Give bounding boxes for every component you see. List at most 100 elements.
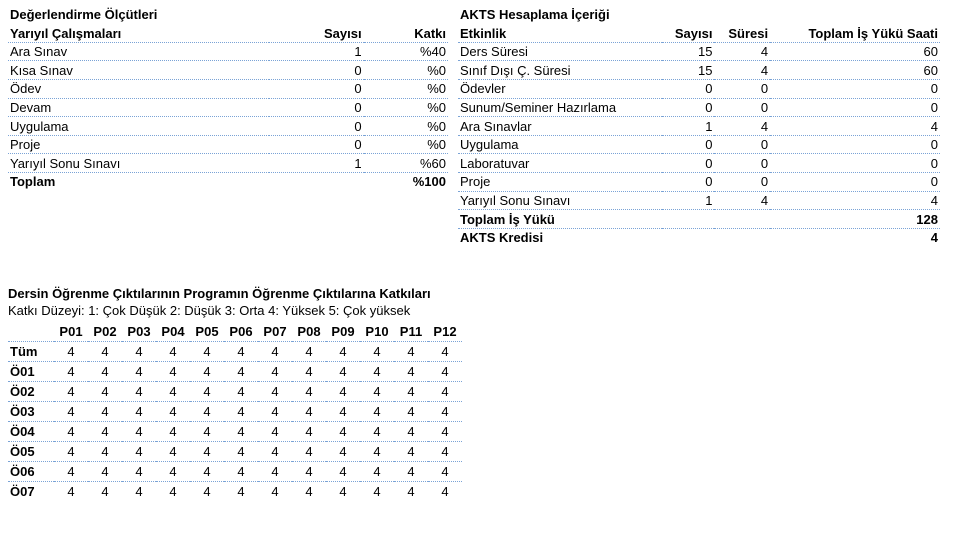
workload-row-duration: 4 [714,61,770,80]
matrix-cell: 4 [224,362,258,382]
matrix-cell: 4 [326,342,360,362]
eval-row-count: 0 [269,117,363,136]
workload-row-total: 4 [770,191,940,210]
matrix-cell: 4 [428,462,462,482]
matrix-cell: 4 [360,422,394,442]
eval-total-label: Toplam [8,173,269,191]
matrix-cell: 4 [360,342,394,362]
matrix-cell: 4 [258,382,292,402]
matrix-cell: 4 [156,442,190,462]
matrix-cell: 4 [54,442,88,462]
matrix-cell: 4 [224,402,258,422]
akts-label: AKTS Kredisi [458,228,770,246]
matrix-cell: 4 [428,362,462,382]
workload-row-label: Ara Sınavlar [458,117,662,136]
workload-row-total: 0 [770,98,940,117]
matrix-col-P06: P06 [224,322,258,342]
workload-row-total: 0 [770,173,940,192]
contribution-matrix-section: Dersin Öğrenme Çıktılarının Programın Öğ… [8,286,952,501]
matrix-row-Ö03: Ö03 [8,402,54,422]
workload-row-count: 1 [662,191,715,210]
matrix-cell: 4 [224,382,258,402]
matrix-cell: 4 [292,382,326,402]
eval-row-weight: %0 [364,135,448,154]
workload-row-count: 0 [662,154,715,173]
matrix-cell: 4 [190,442,224,462]
eval-row-weight: %0 [364,61,448,80]
eval-row-count: 1 [269,42,363,61]
workload-row-count: 15 [662,61,715,80]
matrix-cell: 4 [88,442,122,462]
matrix-col-P01: P01 [54,322,88,342]
matrix-col-P04: P04 [156,322,190,342]
eval-row-label: Ödev [8,80,269,99]
matrix-cell: 4 [88,362,122,382]
matrix-col-P07: P07 [258,322,292,342]
matrix-cell: 4 [360,482,394,502]
workload-row-label: Yarıyıl Sonu Sınavı [458,191,662,210]
matrix-col-P03: P03 [122,322,156,342]
matrix-cell: 4 [394,442,428,462]
matrix-cell: 4 [428,402,462,422]
matrix-col-P10: P10 [360,322,394,342]
matrix-cell: 4 [88,482,122,502]
eval-row-count: 1 [269,154,363,173]
eval-row-weight: %0 [364,80,448,99]
workload-row-label: Laboratuvar [458,154,662,173]
matrix-cell: 4 [360,382,394,402]
matrix-row-Ö02: Ö02 [8,382,54,402]
matrix-cell: 4 [224,482,258,502]
workload-row-duration: 0 [714,154,770,173]
matrix-row-Tüm: Tüm [8,342,54,362]
eval-row-count: 0 [269,61,363,80]
matrix-cell: 4 [122,402,156,422]
workload-row-total: 0 [770,154,940,173]
matrix-cell: 4 [326,482,360,502]
matrix-cell: 4 [258,482,292,502]
matrix-cell: 4 [394,342,428,362]
col-duration: Süresi [714,24,770,42]
contribution-legend: Katkı Düzeyi: 1: Çok Düşük 2: Düşük 3: O… [8,303,952,318]
eval-row-weight: %0 [364,98,448,117]
matrix-cell: 4 [156,382,190,402]
matrix-cell: 4 [224,422,258,442]
col-activity: Etkinlik [458,24,662,42]
matrix-cell: 4 [258,402,292,422]
matrix-cell: 4 [258,462,292,482]
evaluation-criteria-table: Değerlendirme ÖlçütleriYarıyıl Çalışmala… [8,6,448,191]
col-count: Sayısı [662,24,715,42]
matrix-cell: 4 [360,402,394,422]
matrix-cell: 4 [190,402,224,422]
matrix-cell: 4 [54,422,88,442]
matrix-cell: 4 [54,402,88,422]
matrix-cell: 4 [190,422,224,442]
col-weight: Katkı [364,24,448,42]
matrix-cell: 4 [360,462,394,482]
matrix-cell: 4 [394,362,428,382]
eval-total-value: %100 [364,173,448,191]
matrix-cell: 4 [190,482,224,502]
matrix-cell: 4 [326,362,360,382]
matrix-cell: 4 [190,362,224,382]
matrix-cell: 4 [360,442,394,462]
matrix-cell: 4 [122,482,156,502]
matrix-cell: 4 [326,462,360,482]
matrix-cell: 4 [156,342,190,362]
workload-row-count: 0 [662,173,715,192]
matrix-cell: 4 [190,342,224,362]
workload-row-label: Uygulama [458,135,662,154]
eval-row-label: Yarıyıl Sonu Sınavı [8,154,269,173]
matrix-cell: 4 [88,422,122,442]
matrix-cell: 4 [326,442,360,462]
matrix-cell: 4 [258,342,292,362]
matrix-cell: 4 [292,342,326,362]
workload-row-duration: 0 [714,98,770,117]
eval-row-label: Proje [8,135,269,154]
matrix-col-P09: P09 [326,322,360,342]
matrix-cell: 4 [190,462,224,482]
eval-row-count: 0 [269,98,363,117]
workload-row-label: Sunum/Seminer Hazırlama [458,98,662,117]
workload-row-duration: 4 [714,117,770,136]
matrix-cell: 4 [258,422,292,442]
matrix-cell: 4 [360,362,394,382]
